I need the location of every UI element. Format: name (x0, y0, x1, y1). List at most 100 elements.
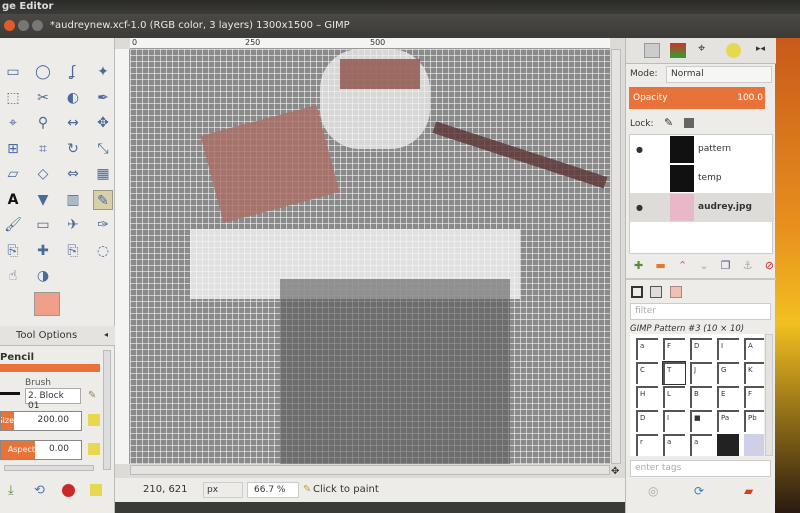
align-icon[interactable]: ⊞ (3, 139, 23, 159)
pattern-swatch[interactable]: H (636, 386, 658, 408)
opacity-slider[interactable] (0, 364, 100, 372)
visibility-eye-icon[interactable]: ● (636, 193, 643, 222)
ink-icon[interactable]: ✑ (93, 215, 113, 235)
perspective-icon[interactable]: ◇ (33, 164, 53, 184)
pattern-swatch[interactable]: I (663, 410, 685, 432)
eraser-icon[interactable]: ▭ (33, 215, 53, 235)
paintbrush-icon[interactable]: 🖌 (3, 215, 23, 235)
airbrush-icon[interactable]: ✈ (63, 215, 83, 235)
pattern-swatch[interactable]: a (663, 434, 685, 456)
pencil-icon[interactable]: ✎ (93, 189, 113, 210)
delete-layer-icon[interactable]: ⊘ (765, 259, 774, 272)
pattern-swatch[interactable]: ■ (690, 410, 712, 432)
pattern-swatch[interactable]: a (690, 434, 712, 456)
pattern-swatch[interactable]: F (663, 338, 685, 360)
foreground-select-icon[interactable]: ◐ (63, 88, 83, 108)
pattern-swatch[interactable]: G (717, 362, 739, 384)
pattern-swatch[interactable]: F (744, 386, 764, 408)
ellipse-select-icon[interactable]: ◯ (33, 62, 53, 82)
pattern-swatch[interactable]: D (690, 338, 712, 360)
opacity-slider[interactable]: Opacity 100.0 (629, 87, 765, 109)
unit-select[interactable]: px (203, 482, 243, 498)
pattern-swatch[interactable] (717, 434, 739, 456)
tab-layers-icon[interactable] (644, 43, 660, 58)
tool-options-hscrollbar[interactable] (4, 465, 94, 471)
tab-menu-icon[interactable]: ◂ (104, 330, 108, 339)
tab-patterns-icon[interactable] (650, 286, 662, 298)
refresh-patterns-icon[interactable]: ⟳ (694, 484, 704, 498)
pattern-swatch[interactable]: C (636, 362, 658, 384)
pattern-swatch[interactable]: E (717, 386, 739, 408)
fuzzy-select-icon[interactable]: ✦ (93, 62, 113, 82)
paths-icon[interactable]: ✒ (93, 88, 113, 108)
reset-aspect-icon[interactable] (88, 443, 100, 455)
tags-input[interactable]: enter tags (630, 460, 771, 477)
image-canvas[interactable] (130, 49, 610, 464)
aspect-spinner[interactable]: Aspect 0.00 (0, 440, 82, 460)
reset-options-icon[interactable] (90, 484, 102, 496)
shear-icon[interactable]: ▱ (3, 164, 23, 184)
vertical-ruler[interactable] (115, 49, 130, 464)
navigate-icon[interactable]: ✥ (611, 466, 619, 477)
tab-undo-icon[interactable] (726, 43, 741, 58)
dock-separator[interactable] (626, 278, 776, 280)
color-select-icon[interactable]: ⬚ (3, 88, 23, 108)
zoom-icon[interactable]: ⚲ (33, 113, 53, 133)
pattern-swatch[interactable]: r (636, 434, 658, 456)
layer-row-audrey[interactable]: ● audrey.jpg (630, 193, 774, 222)
brush-preview[interactable] (0, 392, 20, 395)
restore-options-icon[interactable]: ⟲ (34, 483, 45, 498)
size-spinner[interactable]: Size 200.00 (0, 411, 82, 431)
raise-layer-icon[interactable]: ⌃ (678, 259, 687, 272)
canvas-vscrollbar[interactable] (611, 49, 621, 464)
pattern-swatch[interactable]: I (717, 338, 739, 360)
pattern-scrollbar[interactable] (765, 334, 773, 456)
reset-size-icon[interactable] (88, 414, 100, 426)
blend-icon[interactable]: ▥ (63, 190, 83, 210)
save-options-icon[interactable]: ⤓ (8, 483, 14, 498)
pattern-swatch[interactable]: T (662, 361, 686, 385)
perspective-clone-icon[interactable]: ⎘ (63, 241, 83, 261)
close-window-button[interactable] (4, 20, 15, 31)
text-icon[interactable]: A (3, 190, 23, 210)
minimize-window-button[interactable] (18, 20, 29, 31)
tab-channels-icon[interactable] (670, 43, 686, 58)
lock-alpha-icon[interactable] (684, 118, 694, 128)
bucket-fill-icon[interactable]: ▼ (33, 190, 53, 210)
pattern-swatch[interactable]: D (636, 410, 658, 432)
dodge-burn-icon[interactable]: ◑ (33, 266, 53, 286)
scissors-icon[interactable]: ✂ (33, 88, 53, 108)
heal-icon[interactable]: ✚ (33, 241, 53, 261)
pattern-swatch[interactable] (744, 434, 764, 456)
pattern-swatch[interactable]: B (690, 386, 712, 408)
measure-icon[interactable]: ↔ (63, 113, 83, 133)
lower-layer-icon[interactable]: ⌄ (699, 259, 708, 272)
visibility-eye-icon[interactable]: ● (636, 135, 643, 164)
blur-icon[interactable]: ◌ (93, 241, 113, 261)
move-icon[interactable]: ✥ (93, 113, 113, 133)
tool-options-scrollbar[interactable] (103, 350, 111, 470)
pattern-swatch[interactable]: Pb (744, 410, 764, 432)
brush-field[interactable]: 2. Block 01 (25, 388, 81, 411)
pattern-swatch[interactable]: L (663, 386, 685, 408)
pattern-swatch[interactable]: Pa (717, 410, 739, 432)
mode-select[interactable]: Normal (666, 66, 772, 83)
pattern-swatch[interactable]: A (744, 338, 764, 360)
flip-icon[interactable]: ⇔ (63, 164, 83, 184)
rotate-icon[interactable]: ↻ (63, 139, 83, 159)
clone-icon[interactable]: ⎘ (3, 241, 23, 261)
scale-icon[interactable]: ⤡ (93, 139, 113, 159)
canvas-hscrollbar[interactable] (130, 465, 610, 475)
edit-brush-icon[interactable]: ✎ (88, 390, 96, 401)
layer-row-temp[interactable]: temp (630, 164, 774, 193)
crop-icon[interactable]: ⌗ (33, 139, 53, 159)
rect-select-icon[interactable]: ▭ (3, 62, 23, 82)
pattern-as-image-icon[interactable]: ▰ (744, 484, 753, 498)
color-picker-icon[interactable]: ⌖ (3, 113, 23, 133)
new-group-icon[interactable]: ▬ (655, 259, 665, 272)
delete-options-icon[interactable] (62, 484, 75, 497)
lasso-icon[interactable]: ʆ (63, 62, 83, 82)
zoom-select[interactable]: 66.7 % (247, 482, 299, 498)
anchor-layer-icon[interactable]: ⚓ (743, 259, 753, 272)
tab-paths-icon[interactable]: ⌖ (698, 41, 705, 56)
